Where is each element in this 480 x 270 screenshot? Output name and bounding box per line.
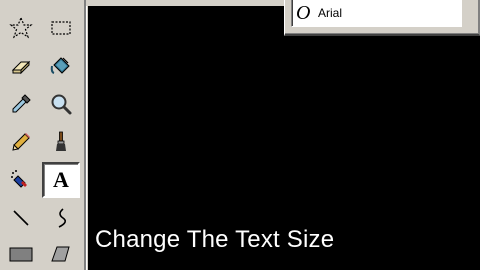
eraser-icon: [11, 60, 31, 75]
tool-box: A: [0, 0, 84, 270]
rectangle-tool[interactable]: [4, 238, 38, 270]
font-toolbar: O Arial: [284, 0, 480, 36]
text-tool[interactable]: A: [42, 162, 80, 198]
rect-select-icon: [51, 21, 71, 35]
eraser-tool[interactable]: [4, 50, 38, 82]
canvas-text[interactable]: Change The Text Size: [95, 226, 334, 254]
magnifier-icon: [51, 94, 72, 115]
airbrush-icon: [11, 170, 27, 188]
rect-select-tool[interactable]: [44, 12, 78, 44]
opentype-font-icon: O: [296, 1, 311, 24]
paint-bucket-icon: [50, 57, 70, 74]
airbrush-tool[interactable]: [4, 164, 38, 196]
font-name-value: Arial: [318, 6, 343, 20]
pick-color-tool[interactable]: [4, 88, 38, 120]
line-icon: [13, 210, 29, 226]
font-name-dropdown[interactable]: O Arial: [291, 0, 462, 27]
polygon-tool[interactable]: [44, 238, 78, 270]
free-form-select-tool[interactable]: [4, 12, 38, 44]
line-tool[interactable]: [4, 202, 38, 234]
toolbox-divider: [84, 0, 87, 270]
fill-tool[interactable]: [44, 50, 78, 82]
star-select-icon: [9, 16, 33, 39]
pencil-icon: [12, 133, 30, 151]
brush-icon: [56, 131, 66, 151]
eyedropper-icon: [12, 94, 31, 113]
brush-tool[interactable]: [44, 126, 78, 158]
curve-tool[interactable]: [44, 202, 78, 234]
rectangle-icon: [9, 247, 33, 262]
pencil-tool[interactable]: [4, 126, 38, 158]
text-icon: A: [53, 167, 69, 192]
polygon-icon: [51, 246, 70, 262]
magnifier-tool[interactable]: [44, 88, 78, 120]
curve-icon: [58, 208, 67, 228]
